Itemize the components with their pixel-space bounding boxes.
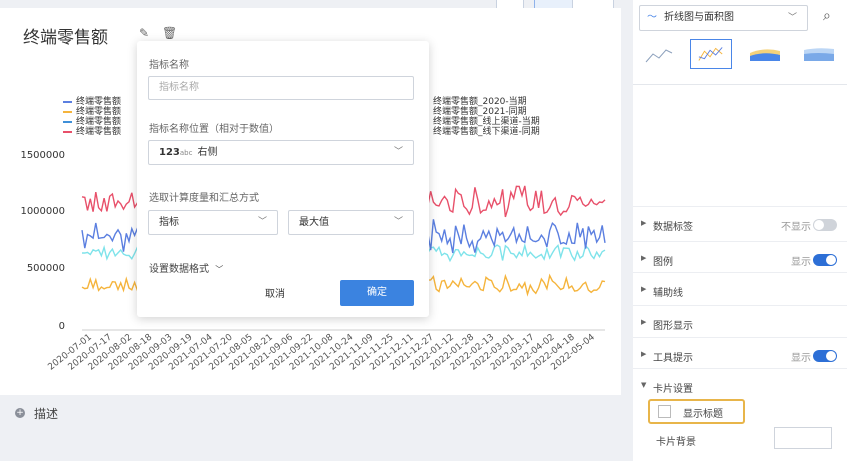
line-chart-thumbnail[interactable]	[638, 39, 680, 69]
show-title-label: 显示标题	[683, 409, 723, 420]
toggle-knob	[814, 220, 824, 230]
property-row[interactable]: ▶ 图形显示	[633, 305, 847, 340]
legend-swatch	[63, 110, 72, 113]
legend-label: 终端零售额	[76, 107, 122, 117]
caret-right-icon: ▶	[641, 318, 647, 326]
caret-right-icon: ▶	[641, 254, 647, 262]
property-row-label: 辅助线	[653, 288, 683, 299]
property-row-label: 图形显示	[653, 321, 693, 332]
metric-settings-popup: 指标名称 指标名称 指标名称位置（相对于数值） 123abc 右侧 ﹀ 选取计算度…	[137, 41, 429, 317]
line-chart-icon: 〜	[647, 12, 657, 23]
metric-name-input[interactable]: 指标名称	[148, 76, 414, 100]
card-background-label: 卡片背景	[656, 437, 696, 448]
name-position-value: 右侧	[197, 147, 218, 158]
property-row-label: 工具提示	[653, 353, 693, 364]
legend-label: 终端零售额_2020-当期	[433, 97, 527, 107]
calc-label: 选取计算度量和汇总方式	[149, 193, 259, 204]
show-title-checkbox[interactable]	[658, 405, 671, 418]
chevron-down-icon: ﹀	[215, 265, 224, 274]
toggle-switch[interactable]	[813, 219, 837, 231]
property-row[interactable]: ▶ 图例 显示	[633, 241, 847, 276]
y-tick-label: 1000000	[20, 206, 65, 217]
legend-item[interactable]: 终端零售额_2021-同期	[420, 107, 527, 117]
search-icon[interactable]: ⌕	[823, 8, 831, 24]
legend-swatch	[63, 130, 72, 133]
position-badge-small: abc	[179, 149, 193, 157]
chevron-down-icon: ﹀	[787, 13, 797, 23]
legend-item[interactable]: 终端零售额	[63, 117, 121, 127]
chart-type-label: 折线图与面积图	[664, 12, 734, 23]
show-title-option[interactable]: 显示标题	[648, 399, 745, 424]
legend-label: 终端零售额_线下渠道-同期	[433, 127, 540, 137]
y-tick-label: 0	[58, 321, 65, 332]
legend-item[interactable]: 终端零售额_线下渠道-同期	[420, 127, 540, 137]
position-badge: 123	[159, 147, 180, 158]
legend-item[interactable]: 终端零售额	[63, 127, 121, 137]
cancel-button[interactable]: 取消	[265, 285, 285, 300]
measure-select[interactable]: 指标 ﹀	[148, 210, 278, 235]
legend-label: 终端零售额	[76, 97, 122, 107]
caret-right-icon: ▶	[641, 285, 647, 293]
legend-swatch	[63, 120, 72, 123]
property-row-label: 数据标签	[653, 222, 693, 233]
chevron-down-icon: ﹀	[393, 217, 403, 227]
chevron-down-icon: ﹀	[393, 147, 403, 157]
name-position-select[interactable]: 123abc 右侧 ﹀	[148, 140, 414, 165]
legend-item[interactable]: 终端零售额	[63, 107, 121, 117]
metric-name-label: 指标名称	[149, 60, 189, 71]
toggle-switch[interactable]	[813, 350, 837, 362]
property-row-value: 显示	[791, 353, 811, 364]
card-title: 终端零售额	[23, 28, 108, 48]
edit-icon[interactable]: ✎	[139, 26, 149, 40]
aggregation-select[interactable]: 最大值 ﹀	[288, 210, 414, 235]
legend-label: 终端零售额	[76, 127, 122, 137]
property-row[interactable]: ▶ 数据标签 不显示	[633, 206, 847, 241]
aggregation-value: 最大值	[299, 217, 329, 228]
confirm-button[interactable]: 确定	[340, 280, 414, 306]
property-row-value: 显示	[791, 257, 811, 268]
y-tick-label: 1500000	[20, 150, 65, 161]
toggle-knob	[826, 351, 836, 361]
stacked-area-chart-thumbnail[interactable]	[798, 39, 840, 69]
property-row-value: 不显示	[781, 222, 811, 233]
property-row-label: 图例	[653, 257, 673, 268]
legend-label: 终端零售额	[76, 117, 122, 127]
description-label: 描述	[34, 407, 59, 421]
legend-label: 终端零售额_线上渠道-当期	[433, 117, 540, 127]
measure-value: 指标	[159, 217, 179, 228]
property-row[interactable]: ▶ 辅助线	[633, 272, 847, 307]
multi-line-chart-thumbnail[interactable]	[690, 39, 732, 69]
caret-down-icon: ▼	[641, 381, 647, 389]
property-row[interactable]: ▼ 卡片设置	[633, 368, 847, 403]
chevron-down-icon: ﹀	[257, 217, 267, 227]
legend-swatch	[63, 100, 72, 103]
description-row[interactable]: + 描述	[0, 395, 621, 461]
name-position-label: 指标名称位置（相对于数值）	[149, 124, 279, 135]
data-format-toggle[interactable]: 设置数据格式 ﹀	[149, 260, 223, 275]
toggle-knob	[826, 255, 836, 265]
card-background-color-input[interactable]	[774, 427, 832, 449]
toggle-switch[interactable]	[813, 254, 837, 266]
area-chart-thumbnail[interactable]	[744, 39, 786, 69]
legend-item[interactable]: 终端零售额_线上渠道-当期	[420, 117, 540, 127]
caret-right-icon: ▶	[641, 350, 647, 358]
plus-circle-icon[interactable]: +	[15, 408, 25, 418]
property-row[interactable]: ▶ 工具提示 显示	[633, 337, 847, 372]
trash-icon[interactable]: 🗑	[162, 26, 177, 40]
caret-right-icon: ▶	[641, 219, 647, 227]
settings-panel: 〜 折线图与面积图 ﹀ ⌕ ▶ 数据标签 不显示 ▶ 图例 显示 ▶ 辅助线 ▶ 图形显示 ▶ 工具提…	[633, 0, 847, 461]
y-tick-label: 500000	[26, 263, 65, 274]
chart-type-select[interactable]: 〜 折线图与面积图 ﹀	[639, 5, 808, 31]
legend-item[interactable]: 终端零售额	[63, 97, 121, 107]
legend-label: 终端零售额_2021-同期	[433, 107, 527, 117]
data-format-label: 设置数据格式	[149, 264, 209, 275]
property-row-label: 卡片设置	[653, 384, 693, 395]
legend-item[interactable]: 终端零售额_2020-当期	[420, 97, 527, 107]
